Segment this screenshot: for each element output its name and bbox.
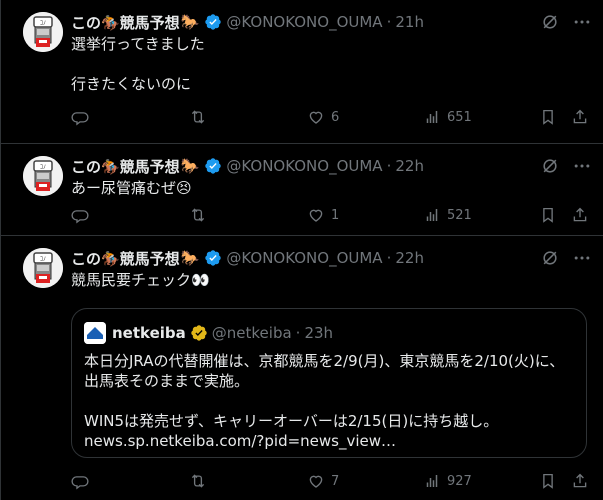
share-icon [573,473,587,488]
svg-text:ｺﾉ: ｺﾉ [40,20,46,27]
retweet-button[interactable] [189,472,213,490]
view-count: 651 [447,109,472,125]
share-button[interactable] [571,108,589,126]
horse-emoji: 🐎 [180,157,200,175]
quoted-author-name[interactable]: netkeiba [112,324,186,342]
view-count: 521 [447,207,472,223]
like-count: 1 [331,207,340,223]
views-icon [426,209,438,221]
svg-text:ｺﾉ: ｺﾉ [40,164,46,171]
tweet-text: 選挙行ってきました 行きたくないのに [71,35,205,93]
heart-icon [309,209,323,222]
share-button[interactable] [571,206,589,224]
heart-icon [309,111,323,124]
views-icon [426,111,438,123]
horse-emoji: 🐎 [180,249,200,267]
retweet-button[interactable] [189,206,213,224]
author-name[interactable]: この🏇競馬予想 [71,248,180,269]
avatar[interactable]: ｺﾉ [23,248,63,288]
verified-badge-icon [205,250,222,266]
quoted-tweet-time[interactable]: 23h [304,324,333,342]
bookmark-button[interactable] [539,108,557,126]
quoted-tweet[interactable]: netkeiba @netkeiba · 23h 本日分JRAの代替開催は、京都… [71,308,587,458]
tweet[interactable]: ｺﾉ この🏇競馬予想 🐎 @KONOKONO_OUMA · 22h あー尿管痛む… [1,144,603,236]
avatar[interactable]: ｺﾉ [23,12,63,52]
like-count: 7 [331,473,340,489]
timeline: ｺﾉ この🏇競馬予想 🐎 @KONOKONO_OUMA · 21h 選挙行ってき… [0,0,603,500]
like-button[interactable]: 6 [307,108,339,126]
bookmark-button[interactable] [539,206,557,224]
grok-icon[interactable] [540,248,560,268]
share-button[interactable] [571,472,589,490]
retweet-button[interactable] [189,108,213,126]
retweet-icon [191,208,205,222]
tweet[interactable]: ｺﾉ この🏇競馬予想 🐎 @KONOKONO_OUMA · 21h 選挙行ってき… [1,0,603,144]
retweet-icon [191,110,205,124]
author-handle[interactable]: @KONOKONO_OUMA [226,13,382,31]
like-count: 6 [331,109,340,125]
like-button[interactable]: 7 [307,472,339,490]
more-options-icon[interactable] [572,248,592,268]
views-button[interactable]: 521 [423,206,472,224]
retweet-icon [191,474,205,488]
quoted-tweet-header: netkeiba @netkeiba · 23h [84,322,333,344]
bookmark-icon [543,473,553,489]
grok-icon[interactable] [540,156,560,176]
share-icon [573,207,587,222]
share-icon [573,109,587,124]
tweet-header: この🏇競馬予想 🐎 @KONOKONO_OUMA · 22h [71,248,424,269]
quoted-tweet-text: 本日分JRAの代替開催は、京都競馬を2/9(月)、東京競馬を2/10(火)に、 … [84,352,565,450]
tweet-header: この🏇競馬予想 🐎 @KONOKONO_OUMA · 22h [71,156,424,177]
reply-icon [71,112,89,126]
more-options-icon[interactable] [572,156,592,176]
more-options-icon[interactable] [572,12,592,32]
tweet-header: この🏇競馬予想 🐎 @KONOKONO_OUMA · 21h [71,12,424,33]
view-count: 927 [447,473,472,489]
grok-icon[interactable] [540,12,560,32]
reply-icon [71,210,89,224]
author-handle[interactable]: @KONOKONO_OUMA [226,157,382,175]
reply-button[interactable] [71,206,95,224]
horse-emoji: 🐎 [180,13,200,31]
tweet[interactable]: ｺﾉ この🏇競馬予想 🐎 @KONOKONO_OUMA · 22h 競馬民要チェ… [1,236,603,500]
verified-badge-icon [205,158,222,174]
verified-badge-icon [205,14,222,30]
bookmark-icon [543,207,553,223]
reply-button[interactable] [71,472,95,490]
views-button[interactable]: 651 [423,108,472,126]
tweet-time[interactable]: 22h [395,249,424,267]
netkeiba-logo [84,322,106,344]
views-button[interactable]: 927 [423,472,472,490]
quoted-author-handle[interactable]: @netkeiba [212,324,292,342]
author-name[interactable]: この🏇競馬予想 [71,12,180,33]
heart-icon [309,475,323,488]
tweet-actions: 1 521 [71,206,592,226]
views-icon [426,475,438,487]
like-button[interactable]: 1 [307,206,339,224]
author-handle[interactable]: @KONOKONO_OUMA [226,249,382,267]
reply-button[interactable] [71,108,95,126]
bookmark-button[interactable] [539,472,557,490]
avatar[interactable]: ｺﾉ [23,156,63,196]
tweet-actions: 7 927 [71,472,592,492]
author-name[interactable]: この🏇競馬予想 [71,156,180,177]
tweet-time[interactable]: 21h [395,13,424,31]
svg-text:ｺﾉ: ｺﾉ [40,256,46,263]
tweet-actions: 6 651 [71,108,592,128]
tweet-text: あー尿管痛むぜ😣 [71,179,192,197]
reply-icon [71,476,89,490]
verified-org-badge-icon [191,325,207,341]
tweet-time[interactable]: 22h [395,157,424,175]
bookmark-icon [543,109,553,125]
tweet-text: 競馬民要チェック👀 [71,271,210,289]
